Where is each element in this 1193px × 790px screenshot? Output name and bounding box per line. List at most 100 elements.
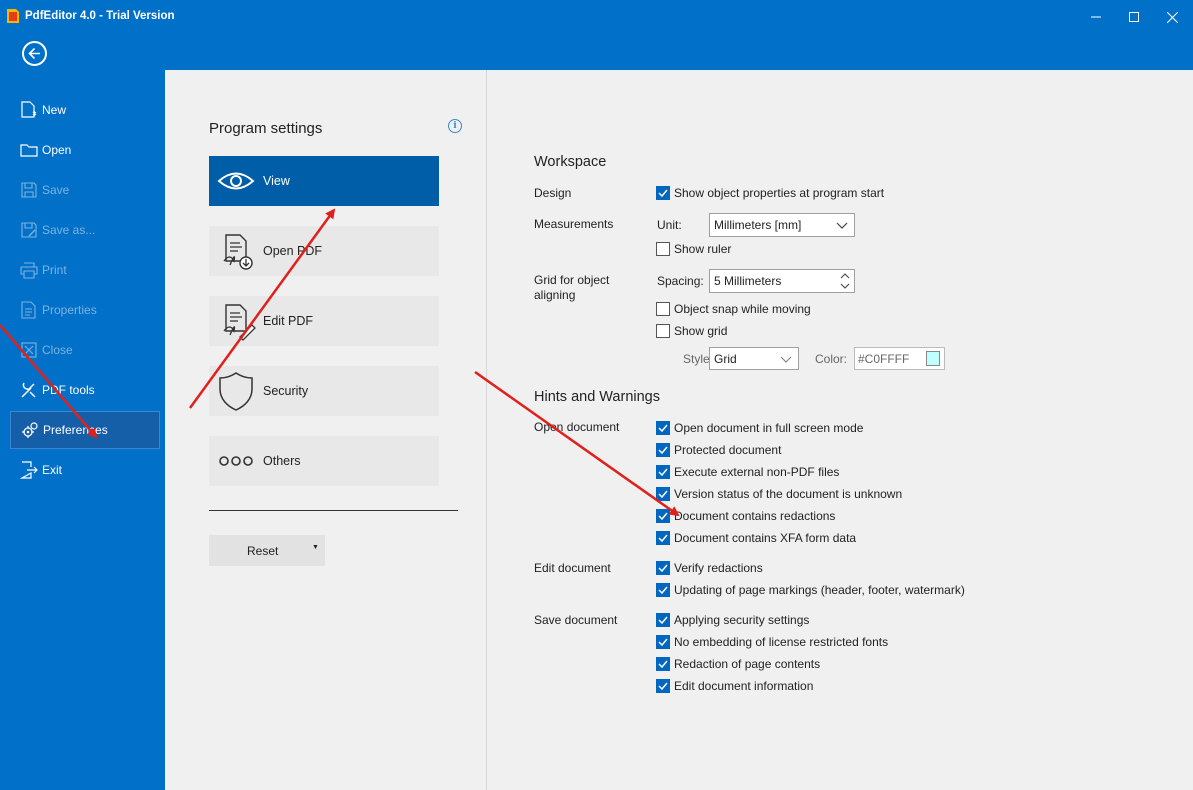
spacing-spinner[interactable]: 5 Millimeters bbox=[709, 269, 855, 293]
dropdown-arrow-icon[interactable]: ▼ bbox=[312, 544, 319, 551]
eye-icon bbox=[209, 156, 263, 206]
checkbox-checked-icon bbox=[656, 531, 670, 545]
edit-pdf-icon bbox=[209, 296, 263, 346]
show-ruler-checkbox[interactable]: Show ruler bbox=[656, 242, 731, 256]
style-label: Style bbox=[683, 352, 710, 366]
category-edit-pdf-label: Edit PDF bbox=[263, 314, 314, 328]
maximize-button[interactable] bbox=[1115, 0, 1153, 34]
view-settings-content: Workspace Design Show object properties … bbox=[488, 70, 1193, 790]
nav-print-label: Print bbox=[42, 263, 67, 277]
nav-save-label: Save bbox=[42, 183, 70, 197]
checkbox-checked-icon bbox=[656, 583, 670, 597]
category-open-pdf-label: Open PDF bbox=[263, 244, 323, 258]
object-snap-checkbox[interactable]: Object snap while moving bbox=[656, 302, 811, 316]
settings-category-panel: Program settings i View Open PDF Edit PD… bbox=[165, 70, 487, 790]
checkbox-checked-icon bbox=[656, 561, 670, 575]
chevron-down-icon bbox=[780, 356, 792, 363]
category-edit-pdf[interactable]: Edit PDF bbox=[209, 296, 439, 346]
checkbox-checked-icon bbox=[656, 465, 670, 479]
backstage-nav: New Open Save Save as... Print Propertie… bbox=[0, 34, 165, 790]
reset-button[interactable]: Reset ▼ bbox=[209, 535, 325, 566]
unit-label: Unit: bbox=[657, 218, 682, 232]
open-document-label: Open document bbox=[534, 420, 620, 434]
design-label: Design bbox=[534, 186, 572, 200]
hint-checkbox[interactable]: Document contains XFA form data bbox=[656, 531, 856, 545]
save-icon bbox=[18, 179, 40, 201]
category-view[interactable]: View bbox=[209, 156, 439, 206]
checkbox-checked-icon bbox=[656, 613, 670, 627]
nav-properties[interactable]: Properties bbox=[10, 291, 160, 329]
properties-icon bbox=[18, 299, 40, 321]
category-open-pdf[interactable]: Open PDF bbox=[209, 226, 439, 276]
save-document-label: Save document bbox=[534, 613, 618, 627]
program-settings-title: Program settings bbox=[209, 120, 323, 137]
nav-preferences-label: Preferences bbox=[43, 423, 108, 437]
nav-close-label: Close bbox=[42, 343, 73, 357]
checkbox-checked-icon bbox=[656, 679, 670, 693]
nav-new-label: New bbox=[42, 103, 67, 117]
close-window-button[interactable] bbox=[1153, 0, 1191, 34]
info-icon[interactable]: i bbox=[448, 119, 462, 133]
hint-checkbox[interactable]: Open document in full screen mode bbox=[656, 421, 863, 435]
open-pdf-icon bbox=[209, 226, 263, 276]
edit-document-label: Edit document bbox=[534, 561, 611, 575]
close-icon bbox=[1166, 11, 1178, 23]
hint-checkbox[interactable]: Updating of page markings (header, foote… bbox=[656, 583, 965, 597]
checkbox-checked-icon bbox=[656, 186, 670, 200]
minimize-icon bbox=[1091, 16, 1101, 18]
hint-checkbox[interactable]: Execute external non-PDF files bbox=[656, 465, 839, 479]
hint-checkbox[interactable]: Verify redactions bbox=[656, 561, 763, 575]
color-label: Color: bbox=[815, 352, 848, 366]
checkbox-unchecked-icon bbox=[656, 302, 670, 316]
panel-divider bbox=[209, 510, 458, 511]
hint-checkbox[interactable]: Edit document information bbox=[656, 679, 813, 693]
gears-icon bbox=[19, 419, 41, 441]
checkbox-unchecked-icon bbox=[656, 242, 670, 256]
app-logo-icon bbox=[7, 9, 19, 23]
hint-checkbox[interactable]: Redaction of page contents bbox=[656, 657, 820, 671]
grid-style-select[interactable]: Grid bbox=[709, 347, 799, 370]
nav-new[interactable]: New bbox=[10, 91, 160, 129]
grid-label: Grid for object aligning bbox=[534, 273, 610, 302]
tools-icon bbox=[18, 379, 40, 401]
unit-select[interactable]: Millimeters [mm] bbox=[709, 213, 855, 237]
nav-close[interactable]: Close bbox=[10, 331, 160, 369]
hint-checkbox[interactable]: Version status of the document is unknow… bbox=[656, 487, 902, 501]
window-title: PdfEditor 4.0 - Trial Version bbox=[25, 10, 175, 22]
nav-print[interactable]: Print bbox=[10, 251, 160, 289]
nav-save[interactable]: Save bbox=[10, 171, 160, 209]
grid-color-picker[interactable]: #C0FFFF bbox=[854, 347, 945, 370]
hint-checkbox[interactable]: Protected document bbox=[656, 443, 781, 457]
show-object-properties-checkbox[interactable]: Show object properties at program start bbox=[656, 186, 884, 200]
checkbox-checked-icon bbox=[656, 635, 670, 649]
dots-icon bbox=[209, 436, 263, 486]
measurements-label: Measurements bbox=[534, 217, 614, 231]
show-grid-checkbox[interactable]: Show grid bbox=[656, 324, 727, 338]
nav-exit[interactable]: Exit bbox=[10, 451, 160, 489]
minimize-button[interactable] bbox=[1077, 0, 1115, 34]
hint-checkbox[interactable]: No embedding of license restricted fonts bbox=[656, 635, 888, 649]
nav-exit-label: Exit bbox=[42, 463, 63, 477]
nav-save-as[interactable]: Save as... bbox=[10, 211, 160, 249]
checkbox-unchecked-icon bbox=[656, 324, 670, 338]
print-icon bbox=[18, 259, 40, 281]
spin-down-icon[interactable] bbox=[840, 282, 850, 290]
category-security[interactable]: Security bbox=[209, 366, 439, 416]
nav-open[interactable]: Open bbox=[10, 131, 160, 169]
category-others-label: Others bbox=[263, 454, 301, 468]
category-security-label: Security bbox=[263, 384, 309, 398]
color-swatch[interactable] bbox=[926, 351, 940, 366]
category-others[interactable]: Others bbox=[209, 436, 439, 486]
save-as-icon bbox=[18, 219, 40, 241]
folder-icon bbox=[18, 139, 40, 161]
spin-up-icon[interactable] bbox=[840, 272, 850, 280]
nav-properties-label: Properties bbox=[42, 303, 97, 317]
nav-pdf-tools[interactable]: PDF tools bbox=[10, 371, 160, 409]
checkbox-checked-icon bbox=[656, 443, 670, 457]
exit-icon bbox=[18, 459, 40, 481]
nav-preferences[interactable]: Preferences bbox=[10, 411, 160, 449]
hint-checkbox[interactable]: Document contains redactions bbox=[656, 509, 835, 523]
hint-checkbox[interactable]: Applying security settings bbox=[656, 613, 809, 627]
back-button[interactable] bbox=[22, 41, 47, 66]
title-bar: PdfEditor 4.0 - Trial Version bbox=[0, 0, 1193, 34]
